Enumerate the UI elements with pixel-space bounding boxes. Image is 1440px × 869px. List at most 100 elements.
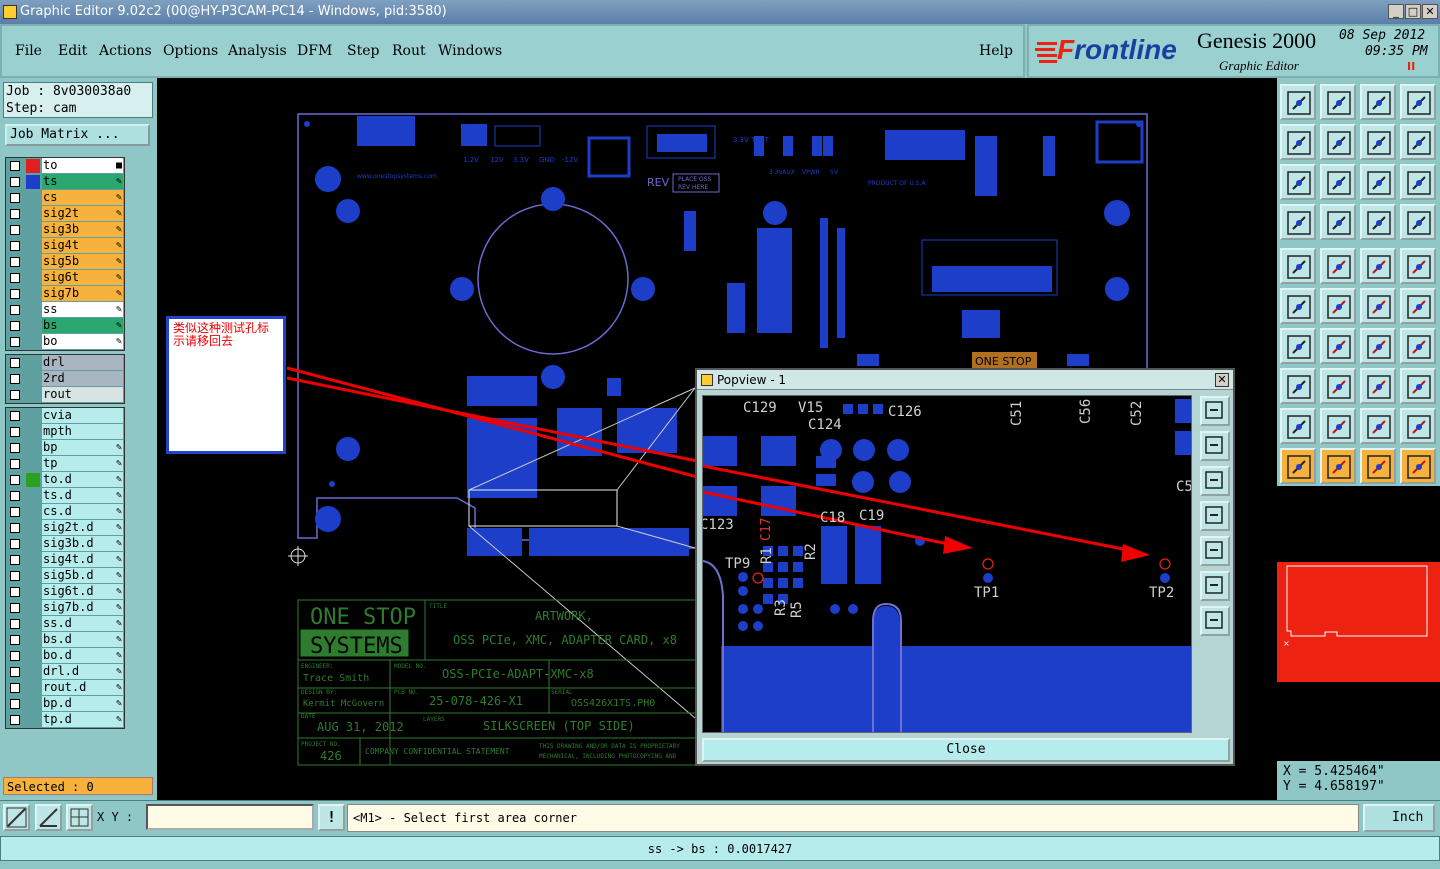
layer-checkbox[interactable] [10,337,20,347]
menu-dfm[interactable]: DFM [297,43,332,59]
pv-center-icon[interactable] [1200,606,1230,636]
layer-row-drl[interactable]: drl [6,355,124,371]
pv-pan-left-icon[interactable] [1200,501,1230,531]
menu-step[interactable]: Step [347,43,379,59]
slash-icon[interactable] [1320,328,1356,364]
layer-color-swatch[interactable] [26,473,40,487]
layer-name[interactable]: sig6t.d [42,584,123,599]
layers-icon[interactable] [1360,84,1396,120]
unit-selector[interactable]: Inch [1363,804,1435,832]
layer-row-sig7b[interactable]: sig7b ✎ [6,286,124,302]
layer-color-swatch[interactable] [26,319,40,333]
layer-row-bs-d[interactable]: bs.d ✎ [6,632,124,648]
pan-left-icon[interactable] [1280,124,1316,160]
peak-red-icon[interactable] [1360,408,1396,444]
layer-checkbox[interactable] [10,411,20,421]
popview-window[interactable]: Popview - 1 ✕ C129 V15 C124 C126 C123 C1… [695,368,1235,766]
layer-checkbox[interactable] [10,635,20,645]
layer-color-swatch[interactable] [26,505,40,519]
layer-row-cs[interactable]: cs ✎ [6,190,124,206]
layer-color-swatch[interactable] [26,356,40,370]
menu-options[interactable]: Options [163,43,218,59]
zoom-extents-icon[interactable] [1280,164,1316,200]
layer-color-swatch[interactable] [26,553,40,567]
layer-color-swatch[interactable] [26,569,40,583]
netlist-icon[interactable] [1360,204,1396,240]
layer-color-swatch[interactable] [26,713,40,727]
layer-row-ss-d[interactable]: ss.d ✎ [6,616,124,632]
layer-row-ts[interactable]: ts ✎ [6,174,124,190]
layer-color-swatch[interactable] [26,372,40,386]
layer-name[interactable]: bo [42,334,123,349]
line-icon[interactable] [1320,248,1356,284]
layer-checkbox[interactable] [10,209,20,219]
layer-name[interactable]: ts [42,174,123,189]
layer-checkbox[interactable] [10,699,20,709]
pv-zoom-window-icon[interactable] [1200,396,1230,426]
pv-fit-icon[interactable] [1200,571,1230,601]
popview-close-icon[interactable]: ✕ [1215,373,1229,387]
layer-row-sig5b[interactable]: sig5b ✎ [6,254,124,270]
layer-row-sig6t-d[interactable]: sig6t.d ✎ [6,584,124,600]
layer-name[interactable]: sig2t [42,206,123,221]
layer-name[interactable]: sig5b [42,254,123,269]
layer-row-sig7b-d[interactable]: sig7b.d ✎ [6,600,124,616]
layer-color-swatch[interactable] [26,191,40,205]
layer-color-swatch[interactable] [26,388,40,402]
popview-canvas[interactable]: C129 V15 C124 C126 C123 C18 C19 C5 TP9 T… [702,395,1192,733]
popview-close-button[interactable]: Close [702,738,1230,762]
menu-file[interactable]: File [15,43,42,59]
layer-checkbox[interactable] [10,571,20,581]
layer-name[interactable]: bs.d [42,632,123,647]
minimize-button[interactable]: _ [1388,4,1404,19]
layer-name[interactable]: rout.d [42,680,123,695]
layer-checkbox[interactable] [10,273,20,283]
layer-name[interactable]: ss [42,302,123,317]
zoom-in-icon[interactable] [1320,84,1356,120]
select-icon[interactable] [1320,448,1356,484]
segment-icon[interactable] [1320,368,1356,404]
snap-settings-icon[interactable] [1280,204,1316,240]
layer-checkbox[interactable] [10,427,20,437]
layer-row-bs[interactable]: bs ✎ [6,318,124,334]
layer-color-swatch[interactable] [26,537,40,551]
layer-color-swatch[interactable] [26,335,40,349]
circle-icon[interactable] [1400,248,1436,284]
help-icon[interactable] [1400,164,1436,200]
layer-checkbox[interactable] [10,491,20,501]
layer-name[interactable]: tp.d [42,712,123,727]
layer-color-swatch[interactable] [26,649,40,663]
layer-name[interactable]: cs.d [42,504,123,519]
layer-checkbox[interactable] [10,715,20,725]
layer-color-swatch[interactable] [26,457,40,471]
layer-name[interactable]: cvia [42,408,123,423]
endpoint-icon[interactable] [1400,288,1436,324]
layer-checkbox[interactable] [10,305,20,315]
layer-checkbox[interactable] [10,539,20,549]
netlist-alt-icon[interactable] [1400,204,1436,240]
grid-icon[interactable] [66,804,93,831]
layer-name[interactable]: sig7b.d [42,600,123,615]
layer-name[interactable]: cs [42,190,123,205]
layer-row-cvia[interactable]: cvia [6,408,124,424]
layer-checkbox[interactable] [10,603,20,613]
layer-color-swatch[interactable] [26,617,40,631]
layer-name[interactable]: mpth [42,424,123,439]
layer-row-sig2t-d[interactable]: sig2t.d ✎ [6,520,124,536]
layer-name[interactable]: drl.d [42,664,123,679]
layer-name[interactable]: bp.d [42,696,123,711]
layer-row-rout-d[interactable]: rout.d ✎ [6,680,124,696]
layer-checkbox[interactable] [10,459,20,469]
layer-row-rout[interactable]: rout [6,387,124,403]
popview-titlebar[interactable]: Popview - 1 ✕ [697,370,1233,390]
layer-checkbox[interactable] [10,177,20,187]
peak-blue-icon[interactable] [1400,408,1436,444]
layer-checkbox[interactable] [10,523,20,533]
layer-name[interactable]: drl [42,355,123,370]
layer-row-cs-d[interactable]: cs.d ✎ [6,504,124,520]
snap-icon[interactable] [3,804,30,831]
zoom-center-icon[interactable] [1320,164,1356,200]
layer-row-drl-d[interactable]: drl.d ✎ [6,664,124,680]
group-icon[interactable] [1400,368,1436,404]
maximize-button[interactable]: □ [1405,4,1421,19]
